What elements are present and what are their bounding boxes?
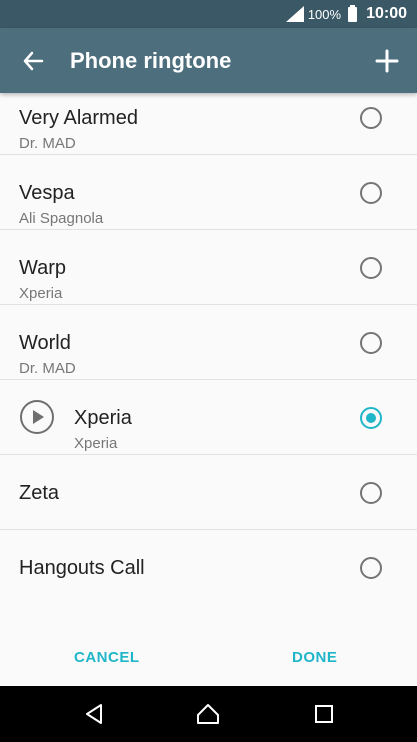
back-nav-icon[interactable] [82, 702, 106, 726]
radio-button-selected[interactable] [360, 407, 382, 429]
ringtone-item-warp[interactable]: Warp Xperia [0, 230, 417, 305]
status-bar: 100% 10:00 [0, 0, 417, 28]
ringtone-artist: Ali Spagnola [19, 210, 104, 227]
radio-button[interactable] [360, 482, 382, 504]
cancel-button[interactable]: CANCEL [74, 649, 140, 666]
battery-icon [348, 4, 358, 22]
radio-button[interactable] [360, 182, 382, 204]
ringtone-title: Xperia [74, 407, 132, 429]
play-icon[interactable] [20, 400, 54, 434]
ringtone-title: Warp [19, 257, 67, 279]
home-icon[interactable] [196, 702, 220, 726]
ringtone-item-world[interactable]: World Dr. MAD [0, 305, 417, 380]
add-ringtone-button[interactable] [371, 45, 403, 77]
radio-button[interactable] [360, 557, 382, 579]
radio-button[interactable] [360, 332, 382, 354]
clock: 10:00 [366, 5, 407, 22]
dialog-footer: CANCEL DONE [0, 631, 417, 686]
battery-percent: 100% [307, 6, 342, 22]
ringtone-title: Hangouts Call [19, 557, 145, 579]
ringtone-artist: Xperia [74, 435, 118, 452]
ringtone-title: Very Alarmed [19, 107, 138, 129]
radio-button[interactable] [360, 107, 382, 129]
ringtone-item-xperia[interactable]: Xperia Xperia [0, 380, 417, 455]
add-icon [375, 49, 399, 73]
ringtone-title: World [19, 332, 71, 354]
navigation-bar [0, 686, 417, 742]
ringtone-list[interactable]: Very Alarmed Dr. MAD Vespa Ali Spagnola … [0, 93, 417, 631]
ringtone-title: Zeta [19, 482, 60, 504]
radio-button[interactable] [360, 257, 382, 279]
recent-apps-icon[interactable] [312, 702, 336, 726]
ringtone-item-hangouts-call[interactable]: Hangouts Call [0, 530, 417, 605]
done-button[interactable]: DONE [292, 649, 337, 666]
app-bar: Phone ringtone [0, 28, 417, 93]
arrow-back-icon [23, 51, 44, 71]
page-title: Phone ringtone [70, 48, 232, 73]
ringtone-artist: Xperia [19, 285, 63, 302]
ringtone-item-very-alarmed[interactable]: Very Alarmed Dr. MAD [0, 93, 417, 155]
signal-icon [285, 6, 304, 22]
ringtone-artist: Dr. MAD [19, 360, 76, 377]
ringtone-title: Vespa [19, 182, 75, 204]
back-button[interactable] [18, 46, 48, 76]
ringtone-item-zeta[interactable]: Zeta [0, 455, 417, 530]
ringtone-item-vespa[interactable]: Vespa Ali Spagnola [0, 155, 417, 230]
ringtone-artist: Dr. MAD [19, 135, 76, 152]
